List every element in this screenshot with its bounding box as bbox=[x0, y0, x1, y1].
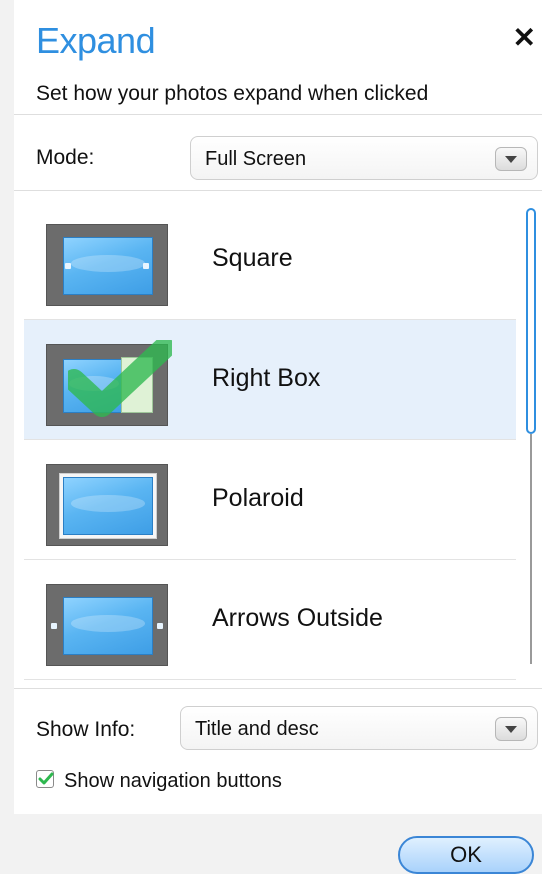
arrow-right-icon bbox=[143, 263, 149, 269]
scrollbar-thumb[interactable] bbox=[526, 208, 536, 434]
thumb-photo bbox=[63, 237, 153, 295]
divider bbox=[14, 114, 542, 115]
dialog-title: Expand bbox=[36, 20, 156, 61]
arrows-outside-thumbnail bbox=[46, 584, 168, 666]
dialog-header: Expand ✕ bbox=[14, 0, 542, 82]
chevron-down-icon bbox=[495, 717, 527, 741]
checkmark-icon bbox=[68, 340, 172, 417]
show-navigation-label: Show navigation buttons bbox=[64, 770, 282, 792]
dialog-subtitle: Set how your photos expand when clicked bbox=[36, 82, 429, 105]
list-item-label: Arrows Outside bbox=[212, 604, 383, 632]
list-item-arrows-outside[interactable]: Arrows Outside bbox=[24, 560, 516, 680]
show-info-select-value: Title and desc bbox=[195, 718, 319, 740]
ok-button[interactable]: OK bbox=[398, 836, 534, 874]
list-item-label: Right Box bbox=[212, 364, 321, 392]
divider bbox=[14, 190, 542, 191]
polaroid-thumbnail bbox=[46, 464, 168, 546]
mode-label: Mode: bbox=[36, 146, 95, 169]
expand-dialog: Expand ✕ Set how your photos expand when… bbox=[14, 0, 542, 874]
show-info-label: Show Info: bbox=[36, 718, 136, 741]
arrow-left-icon bbox=[65, 263, 71, 269]
checkmark-icon bbox=[38, 772, 54, 785]
chevron-down-icon bbox=[495, 147, 527, 171]
mode-select-value: Full Screen bbox=[205, 148, 307, 170]
thumb-photo bbox=[63, 477, 153, 535]
show-info-select[interactable]: Title and desc bbox=[180, 706, 538, 750]
list-item-label: Polaroid bbox=[212, 484, 304, 512]
square-thumbnail bbox=[46, 224, 168, 306]
arrow-left-icon bbox=[51, 623, 57, 629]
list-item-square[interactable]: Square bbox=[24, 200, 516, 320]
polaroid-frame bbox=[59, 473, 157, 539]
close-icon[interactable]: ✕ bbox=[513, 24, 536, 52]
list-item-polaroid[interactable]: Polaroid bbox=[24, 440, 516, 560]
list-scrollbar[interactable] bbox=[526, 208, 536, 664]
list-item-right-box[interactable]: Right Box bbox=[24, 320, 516, 440]
list-item-label: Square bbox=[212, 244, 293, 272]
divider bbox=[14, 688, 542, 689]
mode-select[interactable]: Full Screen bbox=[190, 136, 538, 180]
arrow-right-icon bbox=[157, 623, 163, 629]
expand-style-list: Square Right Box Polaroid Arrows Outside bbox=[24, 200, 516, 680]
scrollbar-track bbox=[530, 434, 532, 664]
thumb-photo bbox=[63, 597, 153, 655]
show-navigation-checkbox[interactable] bbox=[36, 770, 54, 788]
